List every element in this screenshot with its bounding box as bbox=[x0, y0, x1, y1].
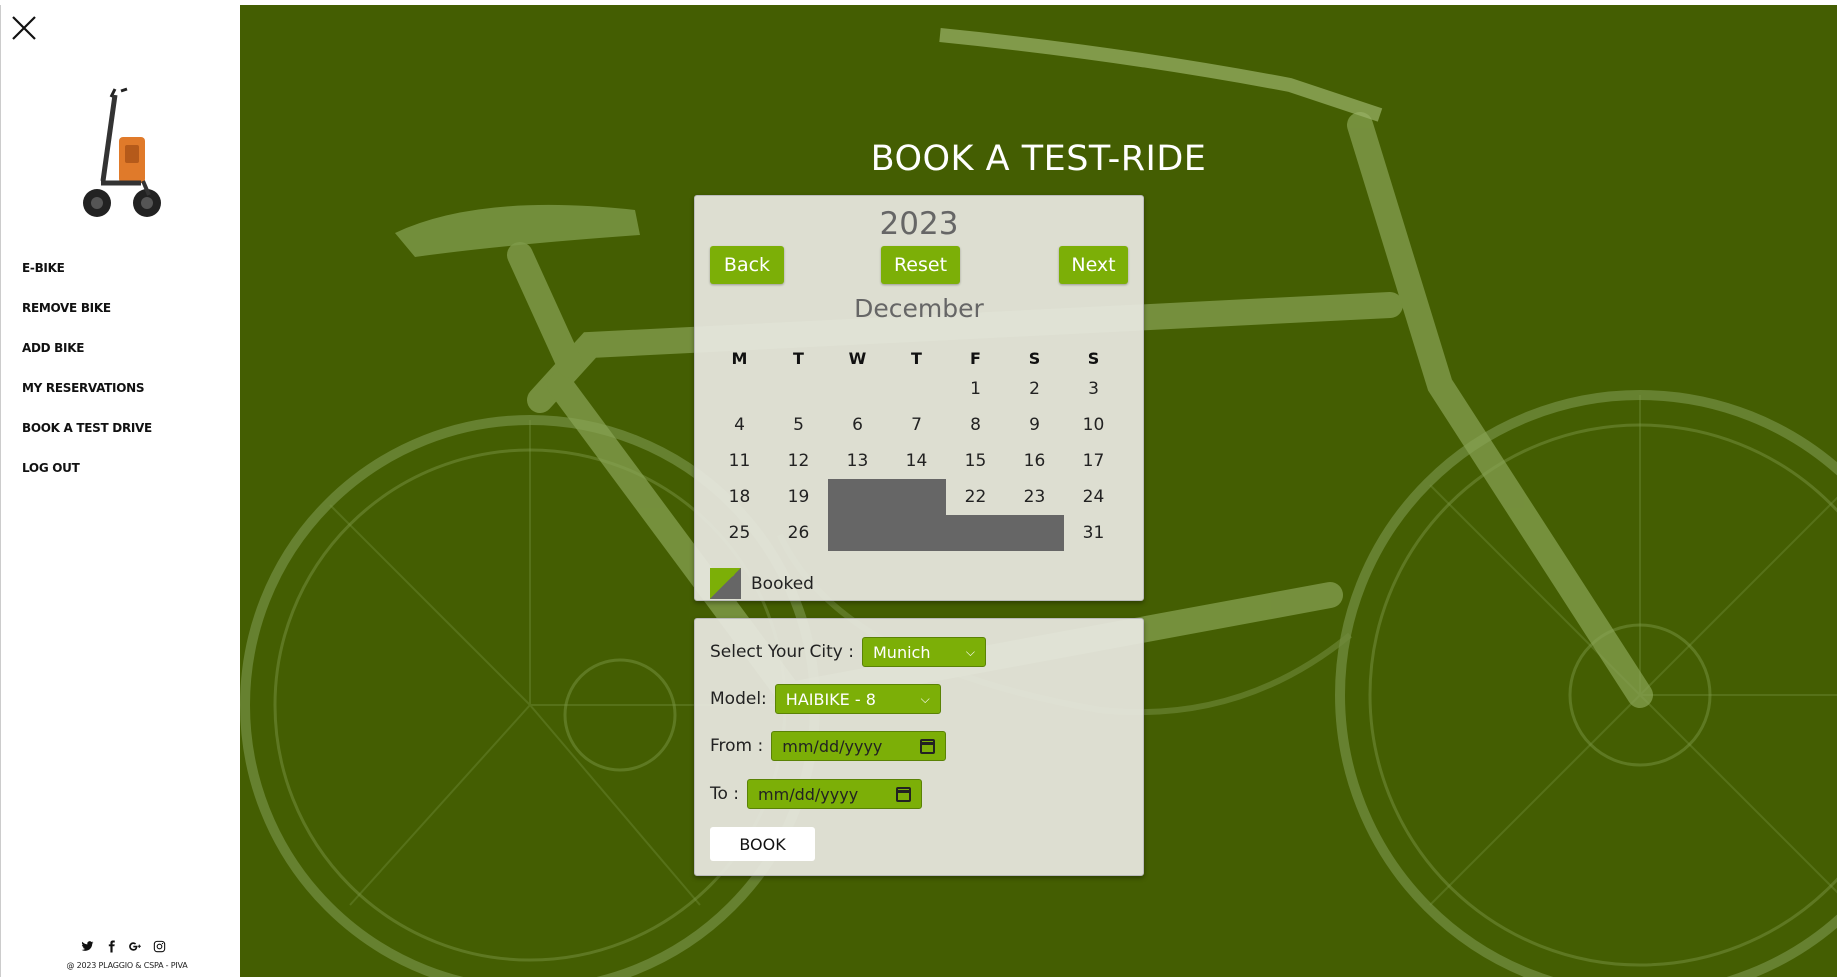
calendar-day[interactable]: 31 bbox=[1064, 515, 1123, 551]
calendar-day[interactable]: 6 bbox=[828, 407, 887, 443]
calendar-day[interactable]: 25 bbox=[710, 515, 769, 551]
booked-swatch bbox=[710, 568, 741, 599]
calendar-day-booked[interactable]: 21 bbox=[887, 479, 946, 515]
calendar-day[interactable]: 2 bbox=[1005, 371, 1064, 407]
from-date-input[interactable]: mm/dd/yyyy bbox=[771, 731, 947, 761]
calendar-day[interactable]: 18 bbox=[710, 479, 769, 515]
sidebar: E-BIKE REMOVE BIKE ADD BIKE MY RESERVATI… bbox=[0, 5, 240, 977]
reset-button[interactable]: Reset bbox=[881, 246, 960, 284]
to-row: To : mm/dd/yyyy bbox=[710, 779, 923, 809]
calendar-icon[interactable] bbox=[920, 738, 936, 754]
calendar-day[interactable]: 14 bbox=[887, 443, 946, 479]
city-select[interactable]: Munich ⌵ bbox=[862, 637, 986, 667]
calendar-day[interactable]: 7 bbox=[887, 407, 946, 443]
close-icon[interactable] bbox=[11, 15, 37, 41]
calendar-day[interactable]: 5 bbox=[769, 407, 828, 443]
model-label: Model: bbox=[710, 689, 767, 709]
nav-book-test-drive[interactable]: BOOK A TEST DRIVE bbox=[22, 418, 152, 458]
city-label: Select Your City : bbox=[710, 642, 854, 662]
calendar-day[interactable]: 8 bbox=[946, 407, 1005, 443]
calendar-panel: 2023 Back Reset Next December M T W T F … bbox=[694, 195, 1144, 601]
to-placeholder: mm/dd/yyyy bbox=[758, 784, 859, 804]
chevron-down-icon: ⌵ bbox=[965, 644, 975, 659]
weekday-label: T bbox=[793, 349, 804, 368]
model-row: Model: HAIBIKE - 8 ⌵ bbox=[710, 684, 941, 714]
copyright: @ 2023 PLAGGIO & CSPA - PIVA bbox=[66, 961, 188, 970]
from-row: From : mm/dd/yyyy bbox=[710, 731, 947, 761]
calendar-day[interactable]: 24 bbox=[1064, 479, 1123, 515]
weekday-label: F bbox=[970, 349, 981, 368]
weekday-label: W bbox=[848, 349, 867, 368]
calendar-day[interactable]: 1 bbox=[946, 371, 1005, 407]
calendar-day[interactable]: 17 bbox=[1064, 443, 1123, 479]
nav-remove-bike[interactable]: REMOVE BIKE bbox=[22, 298, 152, 338]
to-date-input[interactable]: mm/dd/yyyy bbox=[747, 779, 923, 809]
model-value: HAIBIKE - 8 bbox=[785, 689, 876, 709]
nav-my-reservations[interactable]: MY RESERVATIONS bbox=[22, 378, 152, 418]
city-row: Select Your City : Munich ⌵ bbox=[710, 637, 986, 667]
legend-label: Booked bbox=[751, 573, 814, 594]
booking-form: Select Your City : Munich ⌵ Model: HAIBI… bbox=[694, 618, 1144, 876]
calendar-day[interactable]: 22 bbox=[946, 479, 1005, 515]
weekday-label: T bbox=[911, 349, 922, 368]
scooter-logo bbox=[81, 85, 163, 225]
weekday-label: M bbox=[731, 349, 748, 368]
calendar-day[interactable]: 26 bbox=[769, 515, 828, 551]
weekday-header: M T W T F S S bbox=[710, 349, 1124, 368]
calendar-day[interactable]: 15 bbox=[946, 443, 1005, 479]
weekday-label: S bbox=[1087, 349, 1100, 368]
weekday-label: S bbox=[1028, 349, 1041, 368]
calendar-year: 2023 bbox=[879, 206, 959, 242]
calendar-day[interactable]: 12 bbox=[769, 443, 828, 479]
calendar-day-booked[interactable]: 20 bbox=[828, 479, 887, 515]
calendar-day-booked[interactable]: 28 bbox=[887, 515, 946, 551]
page-title: BOOK A TEST-RIDE bbox=[870, 139, 1207, 179]
book-button[interactable]: BOOK bbox=[710, 827, 815, 861]
calendar-day[interactable]: 11 bbox=[710, 443, 769, 479]
nav-log-out[interactable]: LOG OUT bbox=[22, 458, 152, 498]
calendar-day[interactable]: 19 bbox=[769, 479, 828, 515]
back-button[interactable]: Back bbox=[710, 246, 784, 284]
model-select[interactable]: HAIBIKE - 8 ⌵ bbox=[774, 684, 941, 714]
calendar-day-booked[interactable]: 30 bbox=[1005, 515, 1064, 551]
from-placeholder: mm/dd/yyyy bbox=[782, 736, 883, 756]
sidebar-nav: E-BIKE REMOVE BIKE ADD BIKE MY RESERVATI… bbox=[22, 258, 152, 498]
calendar-day[interactable]: 16 bbox=[1005, 443, 1064, 479]
calendar-day[interactable]: 10 bbox=[1064, 407, 1123, 443]
to-label: To : bbox=[710, 784, 740, 804]
calendar-day[interactable]: 9 bbox=[1005, 407, 1064, 443]
social-links bbox=[80, 939, 166, 953]
google-plus-icon[interactable] bbox=[128, 939, 142, 953]
main-area: BOOK A TEST-RIDE 2023 Back Reset Next De… bbox=[240, 5, 1837, 977]
calendar-day[interactable]: 13 bbox=[828, 443, 887, 479]
calendar-icon[interactable] bbox=[896, 786, 912, 802]
calendar-day[interactable]: 3 bbox=[1064, 371, 1123, 407]
next-button[interactable]: Next bbox=[1059, 246, 1128, 284]
calendar-day-booked[interactable]: 29 bbox=[946, 515, 1005, 551]
calendar-legend: Booked bbox=[710, 568, 814, 599]
twitter-icon[interactable] bbox=[80, 939, 94, 953]
calendar-day[interactable]: 23 bbox=[1005, 479, 1064, 515]
calendar-month: December bbox=[854, 294, 984, 323]
chevron-down-icon: ⌵ bbox=[920, 691, 930, 706]
instagram-icon[interactable] bbox=[152, 939, 166, 953]
from-label: From : bbox=[710, 736, 764, 756]
nav-add-bike[interactable]: ADD BIKE bbox=[22, 338, 152, 378]
calendar-day-booked[interactable]: 27 bbox=[828, 515, 887, 551]
nav-ebike[interactable]: E-BIKE bbox=[22, 258, 152, 298]
facebook-icon[interactable] bbox=[104, 939, 118, 953]
calendar-day[interactable]: 4 bbox=[710, 407, 769, 443]
city-value: Munich bbox=[873, 642, 931, 662]
